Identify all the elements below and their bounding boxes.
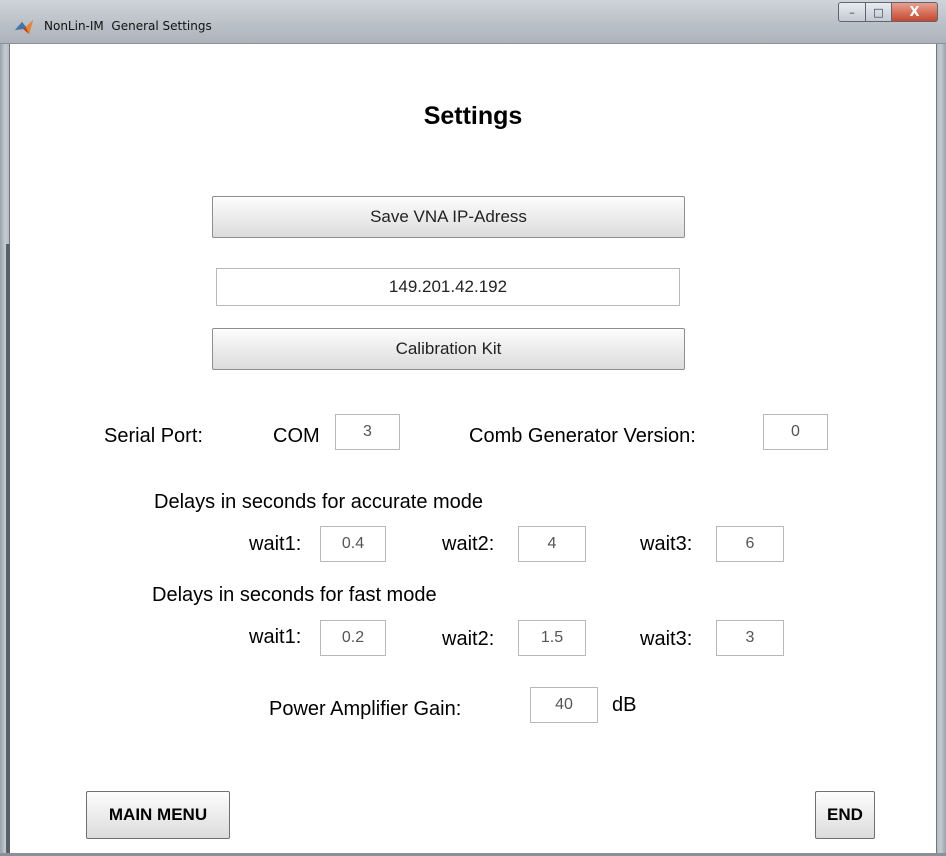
com-label: COM	[273, 425, 320, 447]
maximize-icon: □	[873, 5, 884, 19]
accurate-wait2-label: wait2:	[442, 533, 495, 555]
power-amplifier-gain-field[interactable]: 40	[530, 687, 598, 723]
fast-mode-heading: Delays in seconds for fast mode	[152, 584, 437, 606]
window-title: NonLin-IM General Settings	[44, 19, 212, 33]
fast-wait2-label: wait2:	[442, 628, 495, 650]
power-amplifier-gain-label: Power Amplifier Gain:	[269, 698, 462, 720]
window-frame-left	[0, 44, 10, 856]
close-button[interactable]: X	[892, 2, 938, 22]
serial-port-label: Serial Port:	[104, 425, 203, 447]
page-title: Settings	[423, 102, 523, 130]
accurate-wait2-field[interactable]: 4	[518, 526, 586, 562]
vna-ip-field[interactable]: 149.201.42.192	[216, 268, 680, 306]
title-bar[interactable]: NonLin-IM General Settings – □ X	[0, 0, 946, 44]
window-frame-right	[936, 44, 946, 856]
comb-generator-version-field[interactable]: 0	[763, 414, 828, 450]
accurate-wait1-label: wait1:	[249, 533, 302, 555]
save-vna-ip-button[interactable]: Save VNA IP-Adress	[212, 196, 685, 238]
close-icon: X	[909, 4, 920, 20]
fast-wait1-label: wait1:	[249, 626, 302, 648]
accurate-wait1-field[interactable]: 0.4	[320, 526, 386, 562]
main-menu-button[interactable]: MAIN MENU	[86, 791, 230, 839]
accurate-wait3-label: wait3:	[640, 533, 693, 555]
matlab-icon	[15, 20, 33, 34]
window-controls: – □ X	[838, 2, 938, 24]
accurate-wait3-field[interactable]: 6	[716, 526, 784, 562]
comb-generator-label: Comb Generator Version:	[469, 425, 696, 447]
accurate-mode-heading: Delays in seconds for accurate mode	[154, 491, 484, 513]
fast-wait1-field[interactable]: 0.2	[320, 620, 386, 656]
maximize-button[interactable]: □	[866, 2, 892, 22]
minimize-button[interactable]: –	[838, 2, 866, 22]
fast-wait2-field[interactable]: 1.5	[518, 620, 586, 656]
com-port-field[interactable]: 3	[335, 414, 400, 450]
calibration-kit-button[interactable]: Calibration Kit	[212, 328, 685, 370]
minimize-icon: –	[849, 5, 855, 19]
gain-unit-label: dB	[612, 694, 637, 716]
fast-wait3-label: wait3:	[640, 628, 693, 650]
end-button[interactable]: END	[815, 791, 875, 839]
fast-wait3-field[interactable]: 3	[716, 620, 784, 656]
